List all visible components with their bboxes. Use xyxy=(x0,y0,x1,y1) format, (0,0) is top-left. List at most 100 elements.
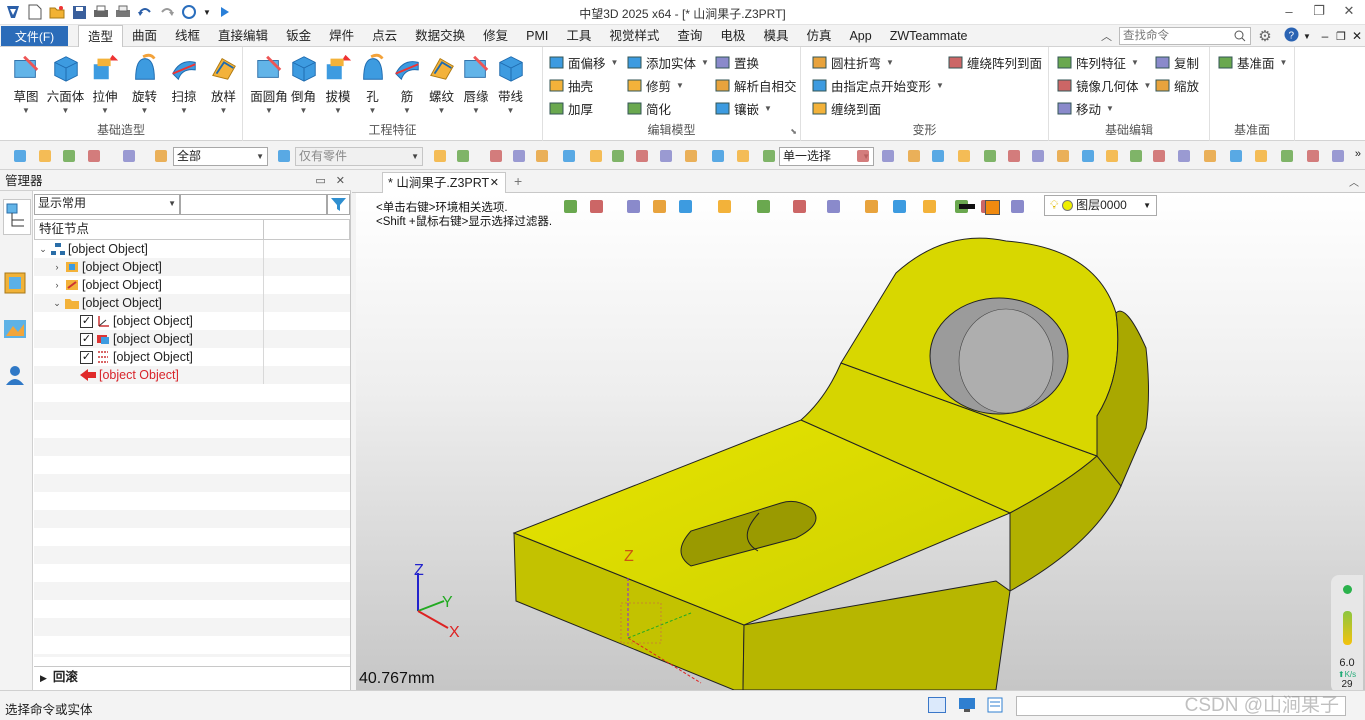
collapse-ribbon-icon[interactable]: ︿ xyxy=(1101,28,1119,44)
tree-csys[interactable]: ✓ [object Object] xyxy=(80,312,193,330)
deform-c1-button-1[interactable]: 由指定点开始变形 ▼ xyxy=(812,76,944,94)
toolbar-tool-icon-33[interactable] xyxy=(1151,148,1167,164)
toolbar-tool-icon-22[interactable] xyxy=(880,148,896,164)
dropdown-arrow-icon[interactable]: ▼ xyxy=(886,58,894,67)
group-launcher-icon[interactable]: ⬊ xyxy=(790,127,797,136)
history-tab-icon[interactable] xyxy=(3,199,31,235)
toolbar-tool-icon-19[interactable] xyxy=(735,148,751,164)
dropdown-arrow-icon[interactable]: ▼ xyxy=(403,106,411,115)
status-list-icon[interactable] xyxy=(987,697,1003,716)
tab-0[interactable]: 造型 xyxy=(78,25,124,48)
deform-c1-button-0[interactable]: 圆柱折弯 ▼ xyxy=(812,53,894,71)
tab-12[interactable]: 查询 xyxy=(668,25,711,47)
tree-solids[interactable]: › [object Object] xyxy=(52,258,162,276)
dropdown-arrow-icon[interactable]: ▼ xyxy=(1106,104,1114,113)
toolbar-tool-icon-30[interactable] xyxy=(1080,148,1096,164)
tree-modeling-stop[interactable]: [object Object] xyxy=(80,366,179,384)
toolbar-tool-icon-0[interactable] xyxy=(12,148,28,164)
dropdown-arrow-icon[interactable]: ▼ xyxy=(676,81,684,90)
dropdown-arrow-icon[interactable]: ▼ xyxy=(1131,58,1139,67)
command-search-input[interactable]: 查找命令 xyxy=(1119,27,1251,45)
part-only-combo[interactable]: 仅有零件 ▼ xyxy=(295,147,423,166)
dropdown-arrow-icon[interactable]: ▼ xyxy=(334,106,342,115)
panel-restore-icon[interactable]: ▭ xyxy=(315,171,325,191)
edit-c2-button-1[interactable]: 修剪 ▼ xyxy=(627,76,684,94)
restore-icon[interactable]: ❐ xyxy=(1311,3,1327,19)
edit-c3-button-2[interactable]: 镶嵌 ▼ xyxy=(715,99,772,117)
tab-list-icon[interactable]: ︿ xyxy=(1349,174,1359,189)
tree-line2[interactable]: ✓ [object Object] xyxy=(80,348,193,366)
toolbar-overflow-icon[interactable]: » xyxy=(1355,148,1361,160)
close-window-icon[interactable]: ✕ xyxy=(1341,3,1357,19)
toolbar-tool-icon-2[interactable] xyxy=(61,148,77,164)
toolbar-tool-icon-27[interactable] xyxy=(1006,148,1022,164)
tree-history[interactable]: ⌄ [object Object] xyxy=(52,294,162,312)
panel-close-icon[interactable]: ✕ xyxy=(336,171,345,191)
assembly-tab-icon[interactable] xyxy=(3,271,29,297)
dropdown-arrow-icon[interactable]: ▼ xyxy=(764,104,772,113)
toolbar-tool-icon-20[interactable] xyxy=(761,148,777,164)
edit-c3-button-1[interactable]: 解析自相交 xyxy=(715,76,797,94)
tab-8[interactable]: 修复 xyxy=(474,25,517,47)
rollback-bar[interactable]: ▶ 回滚 xyxy=(34,666,350,686)
tab-16[interactable]: App xyxy=(840,25,880,47)
tab-9[interactable]: PMI xyxy=(517,25,557,47)
tree-search-input[interactable] xyxy=(180,194,327,215)
toolbar-tool-icon-36[interactable] xyxy=(1228,148,1244,164)
toolbar-tool-icon-7[interactable] xyxy=(432,148,448,164)
dropdown-arrow-icon[interactable]: ▼ xyxy=(369,106,377,115)
dropdown-arrow-icon[interactable]: ▼ xyxy=(701,58,709,67)
collapse-arrow-icon[interactable]: ⌄ xyxy=(52,298,62,309)
toolbar-tool-icon-31[interactable] xyxy=(1104,148,1120,164)
dropdown-arrow-icon[interactable]: ▼ xyxy=(438,106,446,115)
bedit-c1-button-1[interactable]: 镜像几何体 ▼ xyxy=(1057,76,1151,94)
tab-7[interactable]: 数据交换 xyxy=(406,25,474,47)
help-icon[interactable]: ? xyxy=(1279,27,1303,45)
dropdown-arrow-icon[interactable]: ▼ xyxy=(472,106,480,115)
doc-minimize-icon[interactable]: – xyxy=(1317,29,1333,43)
bedit-c1-button-2[interactable]: 移动 ▼ xyxy=(1057,99,1114,117)
dropdown-arrow-icon[interactable]: ▼ xyxy=(1144,81,1152,90)
edit-c2-button-2[interactable]: 简化 xyxy=(627,99,671,117)
document-tab[interactable]: * 山涧果子.Z3PRT ✕ xyxy=(382,172,506,194)
toolbar-tool-icon-35[interactable] xyxy=(1202,148,1218,164)
toolbar-tool-icon-11[interactable] xyxy=(534,148,550,164)
toolbar-tool-icon-1[interactable] xyxy=(37,148,53,164)
toolbar-tool-icon-4[interactable] xyxy=(121,148,137,164)
status-monitor-icon[interactable] xyxy=(958,697,976,716)
doc-restore-icon[interactable]: ❐ xyxy=(1333,30,1349,43)
filter-combo[interactable]: 全部 ▼ xyxy=(173,147,268,166)
tab-2[interactable]: 线框 xyxy=(166,25,209,47)
minimize-icon[interactable]: – xyxy=(1281,3,1297,19)
doc-close-icon[interactable]: ✕ xyxy=(1349,29,1365,43)
toolbar-tool-icon-26[interactable] xyxy=(982,148,998,164)
dropdown-arrow-icon[interactable]: ▼ xyxy=(1280,58,1288,67)
collapse-arrow-icon[interactable]: ⌄ xyxy=(38,244,48,255)
edit-c1-button-2[interactable]: 加厚 xyxy=(549,99,593,117)
part-model[interactable]: Z Z Y X xyxy=(356,193,1365,690)
bedit-c2-button-1[interactable]: 缩放 xyxy=(1155,76,1199,94)
toolbar-tool-icon-17[interactable] xyxy=(683,148,699,164)
toolbar-tool-icon-18[interactable] xyxy=(710,148,726,164)
toolbar-tool-icon-23[interactable] xyxy=(906,148,922,164)
toolbar-tool-icon-6[interactable] xyxy=(276,148,292,164)
tree-wireframe[interactable]: › [object Object] xyxy=(52,276,162,294)
tab-14[interactable]: 模具 xyxy=(754,25,797,47)
dropdown-arrow-icon[interactable]: ▼ xyxy=(265,106,273,115)
toolbar-tool-icon-32[interactable] xyxy=(1128,148,1144,164)
toolbar-tool-icon-8[interactable] xyxy=(455,148,471,164)
toolbar-tool-icon-24[interactable] xyxy=(930,148,946,164)
toolbar-tool-icon-14[interactable] xyxy=(610,148,626,164)
visibility-checkbox[interactable]: ✓ xyxy=(80,350,93,364)
dropdown-arrow-icon[interactable]: ▼ xyxy=(62,106,70,115)
close-tab-icon[interactable]: ✕ xyxy=(490,173,499,193)
expand-arrow-icon[interactable]: › xyxy=(52,262,62,272)
dropdown-arrow-icon[interactable]: ▼ xyxy=(180,106,188,115)
toolbar-tool-icon-37[interactable] xyxy=(1253,148,1269,164)
help-dropdown-icon[interactable]: ▼ xyxy=(1303,32,1317,41)
toolbar-tool-icon-5[interactable] xyxy=(153,148,169,164)
datum-button-0[interactable]: 基准面 ▼ xyxy=(1218,53,1287,71)
toolbar-tool-icon-29[interactable] xyxy=(1055,148,1071,164)
settings-gear-icon[interactable]: ⚙ xyxy=(1251,27,1279,45)
basic-button-5[interactable]: 放样 ▼ xyxy=(204,53,244,115)
